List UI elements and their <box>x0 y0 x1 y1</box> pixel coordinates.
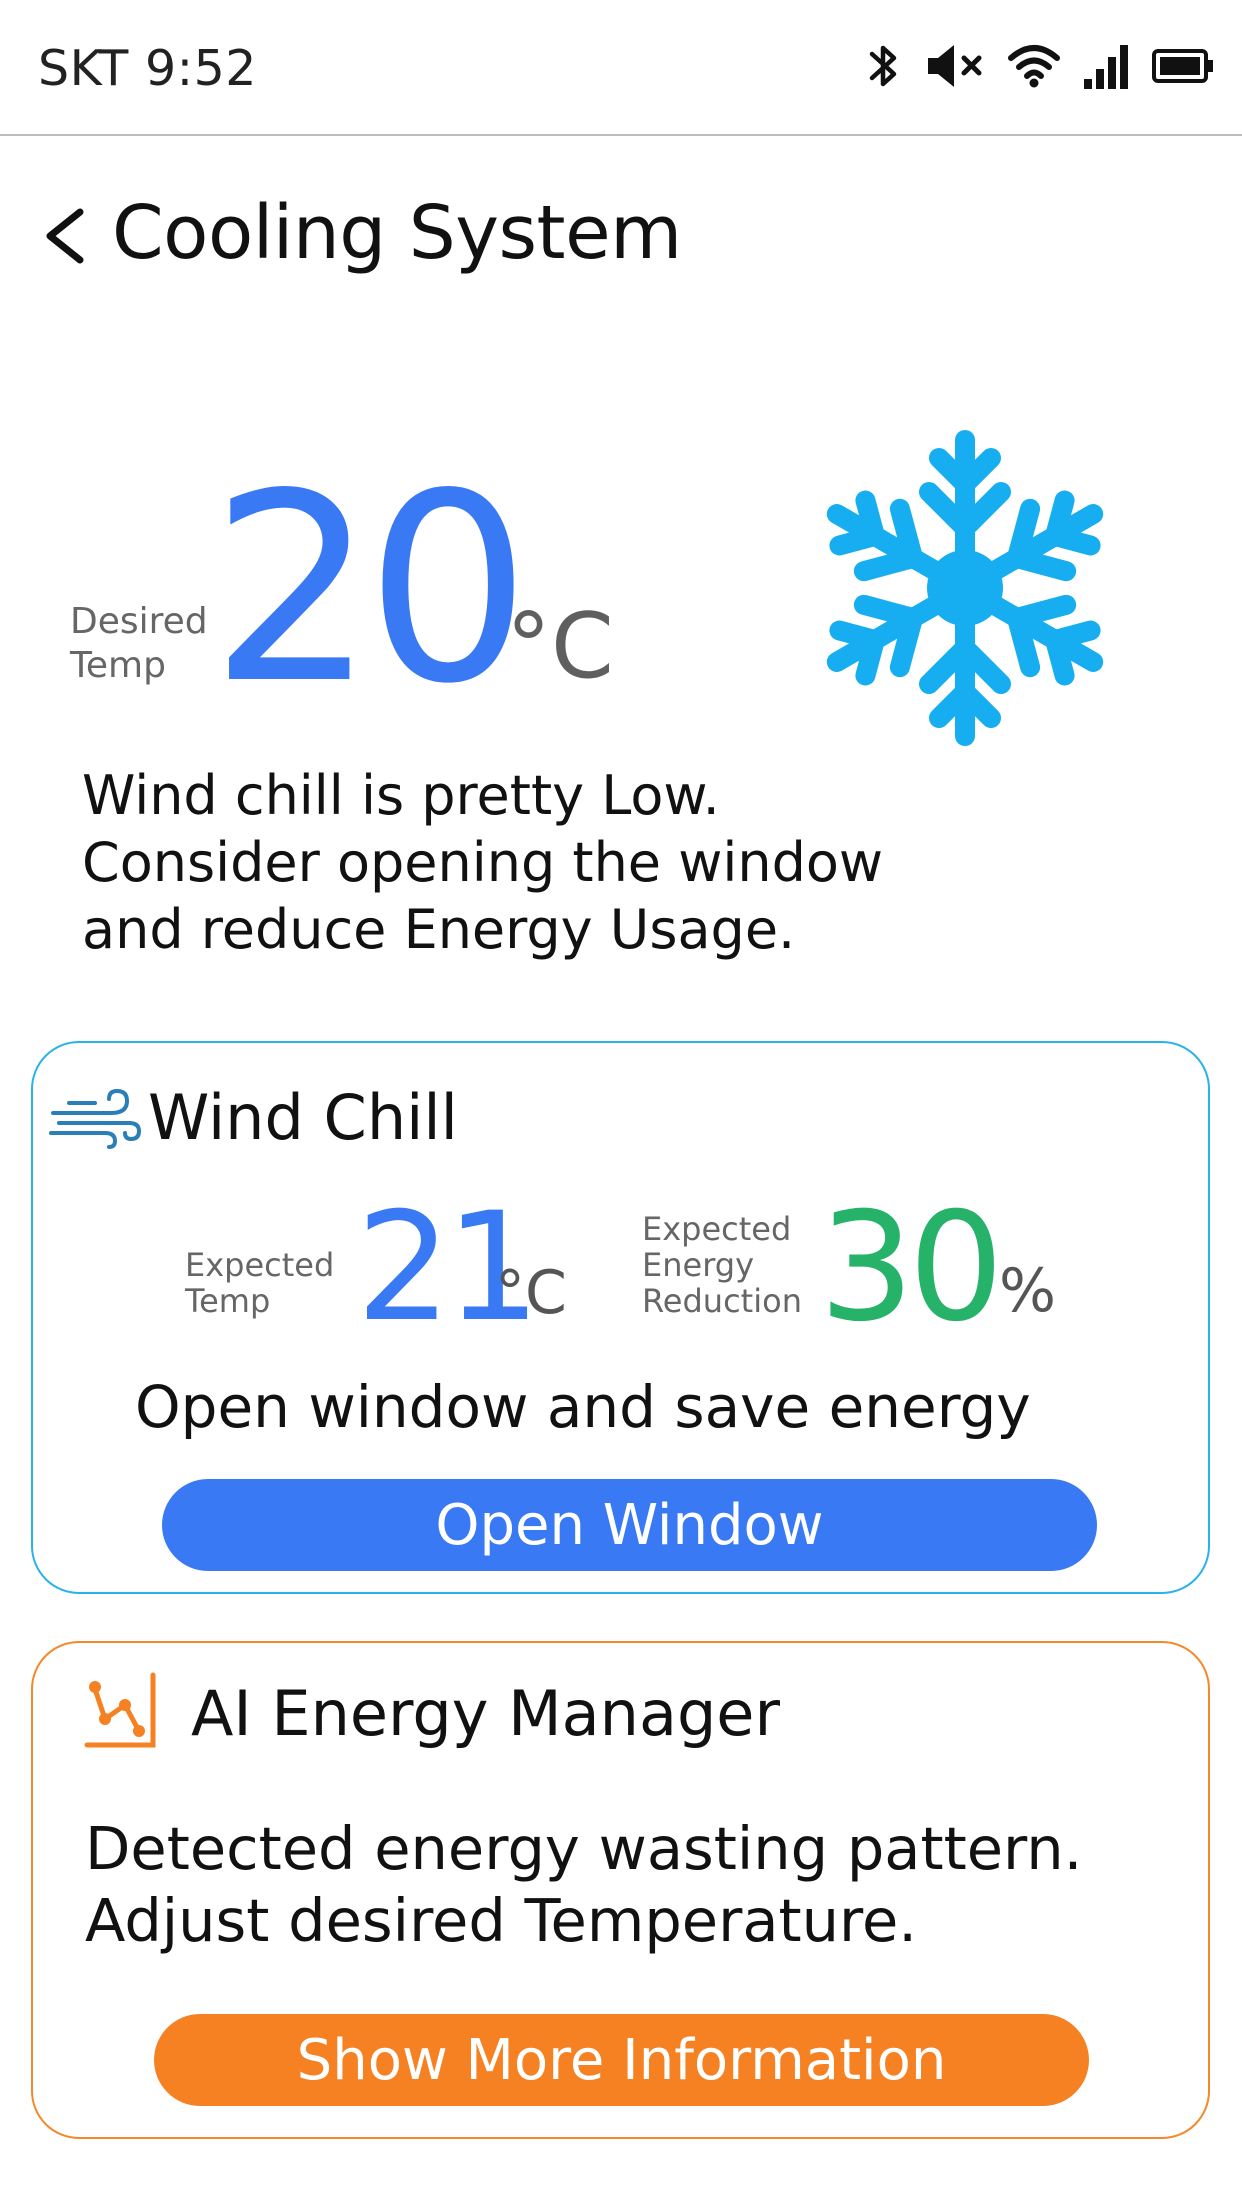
expected-temp-unit: °C <box>495 1258 567 1328</box>
wind-icon <box>49 1089 141 1149</box>
ai-energy-manager-title: AI Energy Manager <box>191 1677 780 1750</box>
energy-reduction-label: Expected Energy Reduction <box>642 1211 802 1319</box>
chevron-left-icon[interactable] <box>40 206 90 266</box>
desired-temp-label-line1: Desired <box>70 601 208 642</box>
status-icons <box>866 36 1214 96</box>
desired-temp-value: 20 <box>210 439 531 741</box>
wind-chill-message: Open window and save energy <box>135 1373 1031 1441</box>
energy-reduction-label-line2: Energy <box>642 1246 755 1284</box>
bluetooth-icon <box>869 45 897 87</box>
carrier-time: SKT 9:52 <box>38 40 257 97</box>
advice-line1: Wind chill is pretty Low. <box>82 764 720 827</box>
show-more-information-button[interactable]: Show More Information <box>154 2014 1089 2106</box>
ai-message: Detected energy wasting pattern. Adjust … <box>85 1813 1195 1957</box>
energy-reduction-label-line3: Reduction <box>642 1282 802 1320</box>
wind-chill-title: Wind Chill <box>148 1081 458 1154</box>
advice-line3: and reduce Energy Usage. <box>82 898 796 961</box>
status-bar: SKT 9:52 <box>0 0 1242 136</box>
open-window-button[interactable]: Open Window <box>162 1479 1097 1571</box>
advice-text: Wind chill is pretty Low. Consider openi… <box>82 762 1182 963</box>
ai-message-line2: Adjust desired Temperature. <box>85 1886 918 1955</box>
desired-temp-label: Desired Temp <box>70 600 208 688</box>
wifi-icon <box>1008 45 1060 88</box>
wind-chill-card: Wind Chill Expected Temp 21 °C Expected … <box>31 1041 1210 1594</box>
snowflake-icon <box>820 430 1110 748</box>
energy-reduction-label-line1: Expected <box>642 1210 792 1248</box>
energy-reduction-value: 30 <box>819 1181 1004 1355</box>
page-title: Cooling System <box>112 190 682 276</box>
advice-line2: Consider opening the window <box>82 831 884 894</box>
expected-temp-label-line2: Temp <box>185 1282 271 1320</box>
energy-reduction-unit: % <box>999 1256 1057 1326</box>
chart-icon <box>84 1672 156 1748</box>
mute-icon <box>928 45 982 87</box>
ai-energy-manager-card: AI Energy Manager Detected energy wastin… <box>31 1641 1210 2139</box>
battery-icon <box>1152 49 1213 83</box>
signal-icon <box>1084 45 1128 89</box>
expected-temp-label-line1: Expected <box>185 1246 335 1284</box>
ai-message-line1: Detected energy wasting pattern. <box>85 1814 1083 1883</box>
desired-temp-label-line2: Temp <box>70 645 166 686</box>
expected-temp-label: Expected Temp <box>185 1247 334 1319</box>
desired-temp-unit: °C <box>506 594 614 699</box>
